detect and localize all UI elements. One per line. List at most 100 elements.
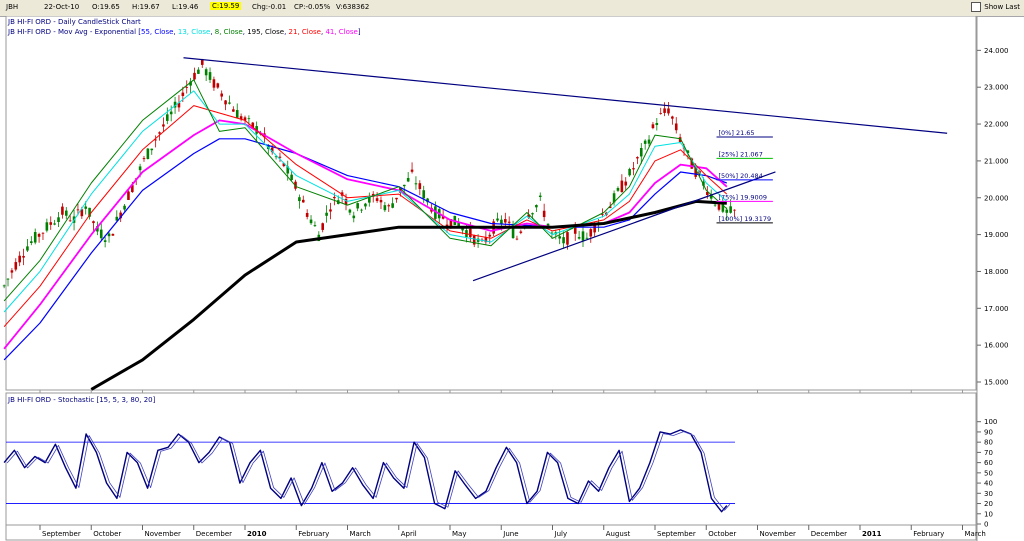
candle-body (566, 232, 569, 245)
candle-body (212, 79, 216, 88)
x-tick-label: April (401, 530, 417, 538)
candle-body (418, 183, 422, 190)
candle-body (204, 69, 208, 76)
close-label: C:19.59 (210, 2, 242, 10)
candle-body (655, 122, 659, 126)
candle-body (290, 174, 293, 180)
candle-body (208, 72, 212, 80)
candle-body (725, 209, 729, 213)
open-label: O:19.65 (92, 3, 120, 11)
candle-body (235, 110, 239, 118)
subtitle-part: 195, Close (247, 28, 284, 36)
candle-body (103, 240, 107, 242)
x-tick-label: 2011 (862, 530, 882, 538)
candle-body (224, 100, 227, 105)
candle-body (68, 220, 72, 222)
candle-body (84, 206, 88, 209)
candle-body (64, 210, 68, 216)
stochastic-panel-frame (5, 392, 977, 526)
subtitle-part: 55, Close (141, 28, 173, 36)
candle-body (49, 222, 53, 225)
candle-body (107, 233, 111, 237)
candle-body (632, 168, 635, 170)
candle-body (375, 198, 379, 201)
candle-body (395, 197, 398, 200)
candle-body (14, 262, 18, 270)
show-last-toggle[interactable]: Show Last (971, 2, 1020, 12)
candle-body (581, 231, 585, 241)
checkbox-icon[interactable] (971, 2, 982, 12)
candle-body (2, 285, 6, 287)
volume-label: V:638362 (336, 3, 370, 11)
candle-body (469, 228, 472, 238)
candle-body (504, 219, 507, 223)
fib-label: [25%] 21.067 (719, 150, 763, 158)
candle-body (158, 132, 161, 134)
candle-body (99, 229, 103, 239)
y-tick-label: 16.000 (984, 342, 1009, 350)
candle-body (577, 237, 581, 239)
candle-body (674, 123, 678, 131)
candle-body (535, 204, 538, 208)
subtitle-part: 41, Close (325, 28, 357, 36)
toolbar: JBH 22-Oct-10 O:19.65 H:19.67 L:19.46 C:… (0, 0, 1024, 17)
candle-body (507, 221, 511, 223)
candle-body (26, 246, 29, 251)
candle-body (733, 209, 736, 211)
candle-body (247, 118, 251, 120)
candle-body (573, 227, 577, 234)
x-tick-label: February (298, 530, 329, 538)
candle-body (127, 191, 130, 200)
candle-body (406, 177, 410, 182)
x-tick-label: November (760, 530, 797, 538)
x-tick-label: August (606, 530, 631, 538)
y-tick-label: 22.000 (984, 121, 1009, 129)
stoch-y-tick-label: 80 (984, 439, 993, 447)
x-tick-label: July (554, 530, 568, 538)
show-last-label: Show Last (984, 3, 1020, 11)
candle-body (348, 209, 352, 213)
stoch-y-tick-label: 30 (984, 490, 993, 498)
subtitle-part: JB HI-FI ORD - Mov Avg - Exponential [ (7, 28, 141, 36)
candle-body (57, 217, 60, 223)
candle-body (298, 197, 301, 202)
symbol-label: JBH (6, 3, 19, 11)
date-label: 22-Oct-10 (44, 3, 80, 11)
candle-body (10, 270, 14, 273)
candle-body (519, 231, 523, 233)
candle-body (22, 255, 25, 258)
candle-body (37, 233, 41, 237)
low-label: L:19.46 (172, 3, 199, 11)
candle-body (193, 72, 196, 80)
candle-body (53, 223, 56, 225)
candle-body (558, 236, 561, 239)
stoch-y-tick-label: 70 (984, 449, 993, 457)
candle-body (232, 109, 235, 112)
y-tick-label: 18.000 (984, 268, 1009, 276)
candle-body (414, 183, 418, 185)
candle-body (616, 188, 620, 191)
candle-body (185, 87, 189, 88)
candle-body (18, 255, 21, 263)
stoch-y-tick-label: 20 (984, 500, 993, 508)
candle-body (496, 218, 499, 221)
x-tick-label: March (350, 530, 371, 538)
candle-body (146, 148, 150, 159)
stoch-y-tick-label: 60 (984, 459, 993, 467)
y-tick-label: 20.000 (984, 194, 1009, 202)
candle-body (169, 111, 173, 115)
candle-body (511, 228, 515, 239)
candle-body (643, 140, 647, 144)
candle-body (309, 219, 313, 224)
candle-body (41, 232, 45, 234)
y-tick-label: 23.000 (984, 84, 1009, 92)
candle-body (671, 116, 674, 119)
change-label: Chg:-0.01 (252, 3, 287, 11)
candle-body (76, 209, 80, 211)
high-label: H:19.67 (132, 3, 160, 11)
candle-body (589, 229, 593, 237)
stoch-y-tick-label: 0 (984, 521, 988, 529)
candle-body (228, 102, 231, 104)
candle-body (562, 237, 565, 244)
fib-label: [75%] 19.9009 (719, 193, 767, 201)
